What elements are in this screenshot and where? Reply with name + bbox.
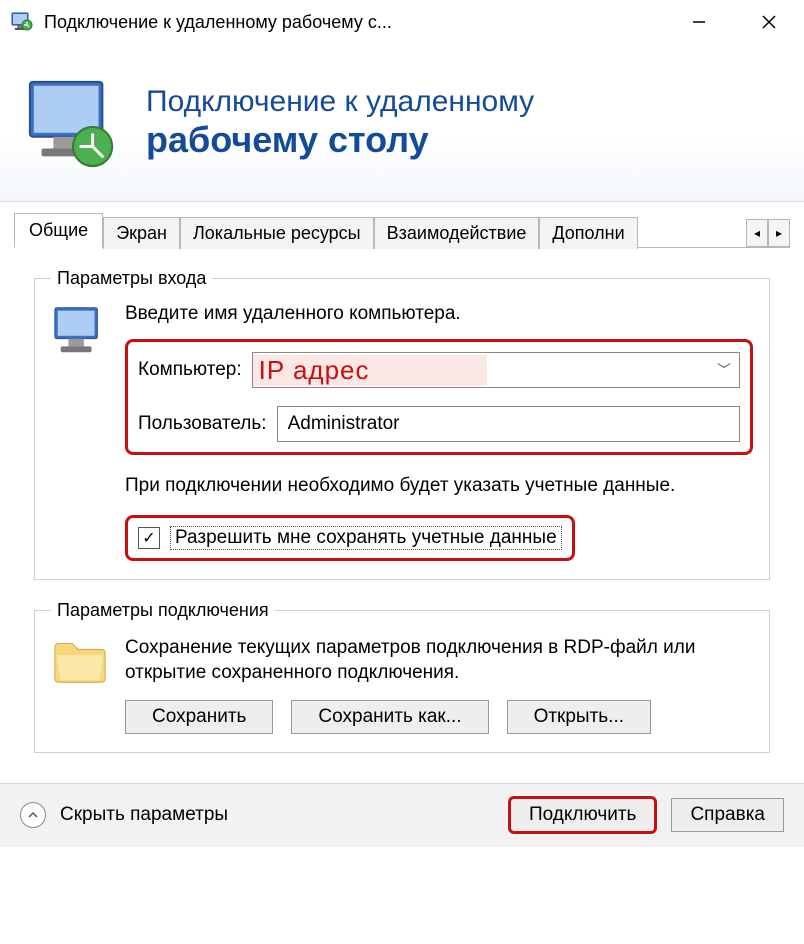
computer-icon <box>51 303 109 357</box>
tab-content: Параметры входа Введите имя удаленного к… <box>14 248 790 783</box>
save-as-button[interactable]: Сохранить как... <box>291 700 488 734</box>
banner-text: Подключение к удаленному рабочему столу <box>146 85 534 161</box>
connect-button[interactable]: Подключить <box>508 796 657 834</box>
connection-desc: Сохранение текущих параметров подключени… <box>125 635 753 686</box>
tab-advanced[interactable]: Дополни <box>539 217 637 249</box>
minimize-button[interactable] <box>664 0 734 44</box>
tab-general[interactable]: Общие <box>14 213 103 248</box>
login-legend: Параметры входа <box>51 268 212 289</box>
credentials-highlight-box: Компьютер: IP адрес ﹀ Пользователь: <box>125 339 753 455</box>
tab-experience[interactable]: Взаимодействие <box>374 217 540 249</box>
username-field[interactable] <box>277 406 740 442</box>
user-label: Пользователь: <box>138 413 267 435</box>
titlebar: Подключение к удаленному рабочему с... <box>0 0 804 44</box>
chevron-down-icon: ﹀ <box>709 360 739 380</box>
banner-line1: Подключение к удаленному <box>146 85 534 119</box>
footer: Скрыть параметры Подключить Справка <box>0 783 804 847</box>
login-fieldset: Параметры входа Введите имя удаленного к… <box>34 268 770 580</box>
tab-local-resources[interactable]: Локальные ресурсы <box>180 217 374 249</box>
window-title: Подключение к удаленному рабочему с... <box>44 12 664 33</box>
banner: Подключение к удаленному рабочему столу <box>0 44 804 202</box>
save-credentials-highlight-box: ✓ Разрешить мне сохранять учетные данные <box>125 515 575 561</box>
computer-value: IP адрес <box>253 355 487 386</box>
open-button[interactable]: Открыть... <box>507 700 651 734</box>
close-button[interactable] <box>734 0 804 44</box>
hide-options-label[interactable]: Скрыть параметры <box>60 804 494 826</box>
computer-combo[interactable]: IP адрес ﹀ <box>252 352 740 388</box>
save-credentials-label: Разрешить мне сохранять учетные данные <box>170 526 562 550</box>
rdp-icon <box>24 73 122 173</box>
save-credentials-checkbox[interactable]: ✓ <box>138 527 160 549</box>
tabs-area: Общие Экран Локальные ресурсы Взаимодейс… <box>0 202 804 783</box>
banner-line2: рабочему столу <box>146 119 534 161</box>
tab-scroll-left[interactable]: ◂ <box>746 219 768 247</box>
save-button[interactable]: Сохранить <box>125 700 273 734</box>
collapse-icon[interactable] <box>20 802 46 828</box>
tabstrip: Общие Экран Локальные ресурсы Взаимодейс… <box>14 212 790 248</box>
connection-fieldset: Параметры подключения Сохранение текущих… <box>34 600 770 753</box>
computer-label: Компьютер: <box>138 359 242 381</box>
tab-scroll: ◂ ▸ <box>746 219 790 247</box>
tab-display[interactable]: Экран <box>103 217 180 249</box>
tab-scroll-right[interactable]: ▸ <box>768 219 790 247</box>
help-button[interactable]: Справка <box>671 798 784 832</box>
login-instruction: Введите имя удаленного компьютера. <box>125 303 753 325</box>
app-icon <box>10 10 34 34</box>
window-buttons <box>664 0 804 44</box>
folder-icon <box>51 635 109 685</box>
connection-legend: Параметры подключения <box>51 600 275 621</box>
credentials-note: При подключении необходимо будет указать… <box>125 473 753 499</box>
